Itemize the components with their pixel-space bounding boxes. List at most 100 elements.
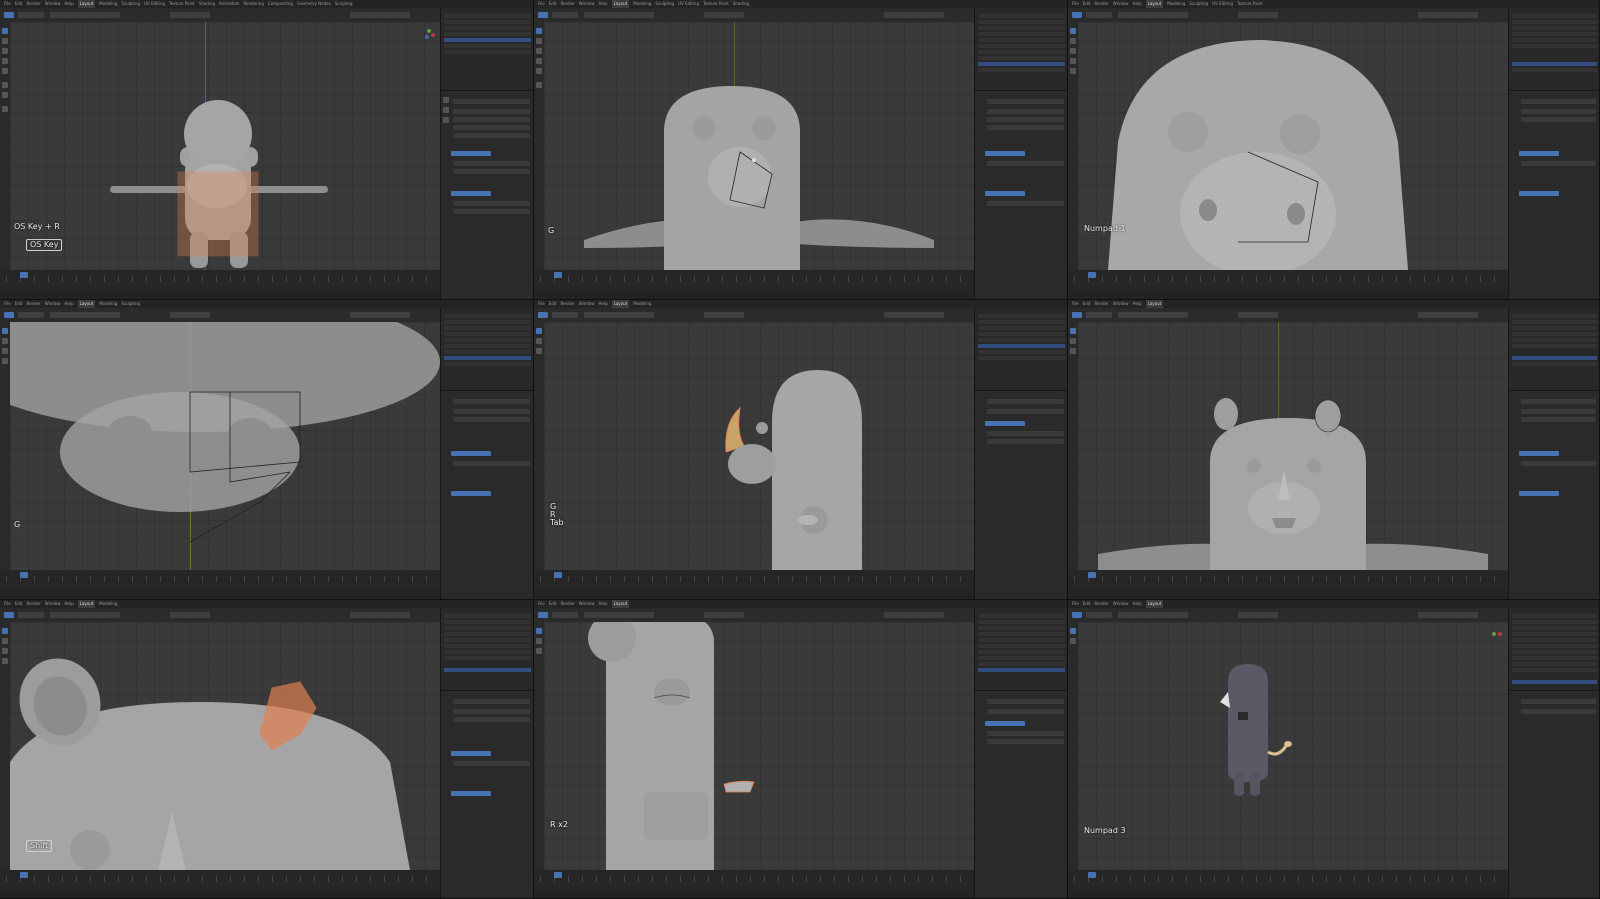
properties-panel[interactable] [974,390,1067,599]
menu-file[interactable]: File [4,300,11,308]
tab-layout[interactable]: Layout [77,0,96,8]
menu-render[interactable]: Render [1094,0,1108,8]
select-tool-icon[interactable] [2,28,8,34]
3d-viewport[interactable]: G [544,22,974,270]
timeline[interactable] [0,870,440,898]
menu-edit[interactable]: Edit [1083,300,1091,308]
menu-edit[interactable]: Edit [15,0,23,8]
menu-file[interactable]: File [538,0,545,8]
character-model[interactable] [1078,322,1508,570]
menu-window[interactable]: Window [45,600,61,608]
editor-type-button[interactable] [4,12,14,18]
tab-modeling[interactable]: Modeling [99,0,117,8]
timeline[interactable] [534,270,974,299]
tab-layout[interactable]: Layout [1145,0,1164,8]
tab-sculpting[interactable]: Sculpting [1189,0,1208,8]
outliner-panel[interactable] [1508,308,1599,390]
tab-sculpting[interactable]: Sculpting [655,0,674,8]
tab-texture-paint[interactable]: Texture Paint [169,0,195,8]
tab-modeling[interactable]: Modeling [1167,0,1185,8]
menu-help[interactable]: Help [1132,300,1141,308]
menu-file[interactable]: File [538,600,545,608]
move-tool-icon[interactable] [2,48,8,54]
character-model[interactable] [1078,22,1508,270]
timeline[interactable] [0,570,440,599]
tab-modeling[interactable]: Modeling [99,600,117,608]
outliner-panel[interactable] [974,8,1067,90]
timeline[interactable] [0,270,440,299]
character-model[interactable] [10,622,440,870]
properties-panel[interactable] [974,690,1067,898]
outliner-panel[interactable] [1508,8,1599,90]
rotate-tool-icon[interactable] [2,58,8,64]
tab-layout[interactable]: Layout [77,300,96,308]
tab-rendering[interactable]: Rendering [243,0,263,8]
menu-window[interactable]: Window [579,0,595,8]
menu-help[interactable]: Help [64,0,73,8]
menu-help[interactable]: Help [1132,600,1141,608]
tab-layout[interactable]: Layout [77,600,96,608]
tab-shading[interactable]: Shading [733,0,749,8]
menu-edit[interactable]: Edit [1083,0,1091,8]
properties-panel[interactable] [440,690,533,898]
outliner-panel[interactable] [974,308,1067,390]
timeline[interactable] [1068,270,1508,299]
character-model[interactable] [10,322,440,570]
menu-help[interactable]: Help [598,300,607,308]
annotate-tool-icon[interactable] [2,82,8,88]
3d-viewport[interactable]: Numpad 1 [1078,22,1508,270]
tab-animation[interactable]: Animation [219,0,239,8]
outliner-panel[interactable] [440,308,533,390]
menu-edit[interactable]: Edit [15,600,23,608]
3d-viewport[interactable]: G R Tab [544,322,974,570]
mode-dropdown[interactable] [18,12,44,18]
tab-modeling[interactable]: Modeling [99,300,117,308]
3d-viewport[interactable]: R x2 [544,622,974,870]
menu-render[interactable]: Render [560,0,574,8]
menu-window[interactable]: Window [579,600,595,608]
3d-viewport[interactable]: Numpad 3 [1078,622,1508,870]
tab-texture-paint[interactable]: Texture Paint [703,0,729,8]
timeline[interactable] [534,570,974,599]
menu-render[interactable]: Render [1094,600,1108,608]
scale-tool-icon[interactable] [2,68,8,74]
tab-texture-paint[interactable]: Texture Paint [1237,0,1263,8]
menu-file[interactable]: File [1072,600,1079,608]
tab-layout[interactable]: Layout [611,300,630,308]
timeline[interactable] [1068,870,1508,898]
3d-viewport[interactable] [1078,322,1508,570]
shading-buttons[interactable] [350,12,410,18]
measure-tool-icon[interactable] [2,92,8,98]
menu-edit[interactable]: Edit [549,300,557,308]
menu-edit[interactable]: Edit [15,300,23,308]
tab-layout[interactable]: Layout [1145,300,1164,308]
outliner-panel[interactable] [440,8,533,90]
character-model[interactable] [544,22,974,270]
3d-viewport[interactable]: G [10,322,440,570]
menu-help[interactable]: Help [64,300,73,308]
character-model[interactable] [1078,622,1508,870]
tab-layout[interactable]: Layout [611,600,630,608]
tab-compositing[interactable]: Compositing [268,0,293,8]
menu-window[interactable]: Window [1113,0,1129,8]
menu-render[interactable]: Render [26,300,40,308]
menu-window[interactable]: Window [579,300,595,308]
tab-uv-editing[interactable]: UV Editing [1212,0,1233,8]
tab-uv-editing[interactable]: UV Editing [678,0,699,8]
menu-help[interactable]: Help [598,600,607,608]
add-cube-tool-icon[interactable] [2,106,8,112]
character-model[interactable] [544,622,974,870]
playhead-handle[interactable] [20,272,28,278]
tab-layout[interactable]: Layout [611,0,630,8]
properties-panel[interactable] [440,390,533,599]
menu-help[interactable]: Help [1132,0,1141,8]
properties-panel[interactable] [1508,690,1599,898]
properties-panel[interactable] [1508,390,1599,599]
tab-modeling[interactable]: Modeling [633,300,651,308]
3d-viewport[interactable]: Shift [10,622,440,870]
menu-file[interactable]: File [1072,0,1079,8]
tab-uv-editing[interactable]: UV Editing [144,0,165,8]
character-model[interactable] [10,22,440,270]
timeline[interactable] [1068,570,1508,599]
outliner-panel[interactable] [974,608,1067,690]
